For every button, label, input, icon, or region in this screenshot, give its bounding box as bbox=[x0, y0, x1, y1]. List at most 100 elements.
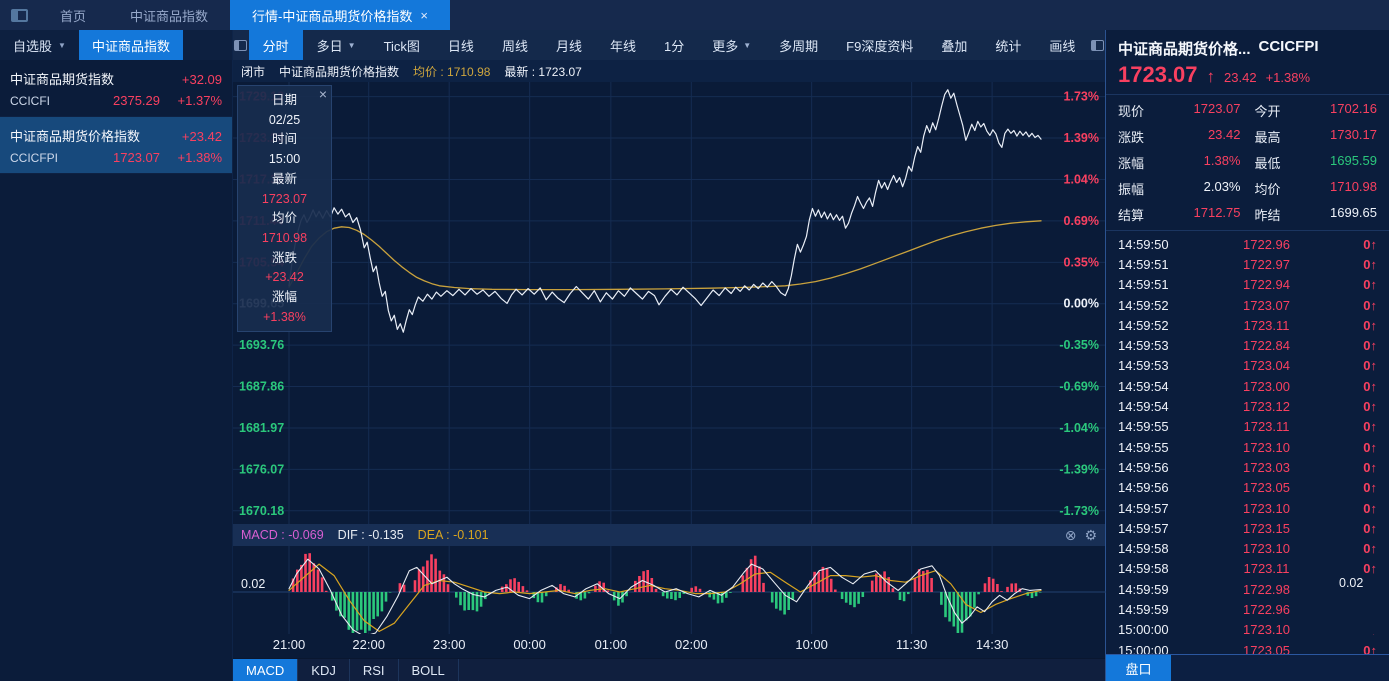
macd-header-value: DEA : -0.101 bbox=[417, 528, 489, 542]
table-row[interactable]: 14:59:54 1723.12 0↑ bbox=[1118, 396, 1377, 416]
window-tabbar: 首页 中证商品指数 行情-中证商品期货价格指数 × bbox=[0, 0, 1389, 30]
time-tick-label: 21:00 bbox=[272, 637, 306, 652]
toolbar-item-多周期[interactable]: 多周期 bbox=[765, 30, 832, 60]
watchlist-item[interactable]: 中证商品期货价格指数 +23.42 CCICFPI 1723.07 +1.38% bbox=[0, 117, 232, 174]
main-chart[interactable]: 1729.121.73%1723.231.39%1717.331.04%1711… bbox=[233, 82, 1105, 524]
indicator-close-icon[interactable]: ⊗ bbox=[1065, 527, 1077, 544]
toolbar-item-统计[interactable]: 统计 bbox=[981, 30, 1035, 60]
tick-volume: 0↑ bbox=[1343, 257, 1377, 272]
toolbar-item-Tick图[interactable]: Tick图 bbox=[370, 30, 434, 60]
up-arrow-icon: ↑ bbox=[1370, 439, 1378, 455]
panel-toggle-icon[interactable] bbox=[233, 30, 249, 60]
table-row[interactable]: 14:59:51 1722.94 0↑ bbox=[1118, 275, 1377, 295]
panel-toggle-right-icon[interactable] bbox=[1089, 30, 1105, 60]
toolbar-item-更多[interactable]: 更多 ▼ bbox=[698, 30, 765, 60]
order-book-tab[interactable]: 盘口 bbox=[1106, 655, 1171, 681]
tick-price: 1723.15 bbox=[1243, 520, 1290, 536]
instrument-name: 中证商品期货价格指数 bbox=[279, 64, 400, 79]
tick-time: 14:59:59 bbox=[1118, 601, 1169, 617]
tick-volume-value: 0 bbox=[1363, 480, 1371, 496]
time-tick-label: 14:30 bbox=[975, 637, 1009, 652]
toolbar-item-叠加[interactable]: 叠加 bbox=[927, 30, 981, 60]
toolbar-item-周线[interactable]: 周线 bbox=[488, 30, 542, 60]
indicator-tab-KDJ[interactable]: KDJ bbox=[298, 659, 350, 681]
tick-time: 14:59:54 bbox=[1118, 378, 1169, 394]
stat-value: 1699.65 bbox=[1330, 205, 1377, 220]
table-row[interactable]: 14:59:52 1723.11 0↑ bbox=[1118, 315, 1377, 335]
tick-volume: 0↑ bbox=[1343, 277, 1377, 292]
tick-price: 1722.98 bbox=[1243, 581, 1290, 597]
table-row[interactable]: 14:59:51 1722.97 0↑ bbox=[1118, 254, 1377, 274]
svg-text:1.39%: 1.39% bbox=[1064, 131, 1099, 145]
toolbar-item-年线[interactable]: 年线 bbox=[596, 30, 650, 60]
chevron-down-icon: ▼ bbox=[58, 40, 66, 50]
svg-text:-1.73%: -1.73% bbox=[1059, 504, 1099, 518]
tick-volume-value: 0 bbox=[1363, 277, 1371, 293]
tick-price: 1723.11 bbox=[1243, 561, 1290, 577]
tab-中证商品指数[interactable]: 中证商品指数 bbox=[108, 0, 230, 30]
table-row[interactable]: 14:59:55 1723.11 0↑ bbox=[1118, 417, 1377, 437]
table-row[interactable]: 14:59:52 1723.07 0↑ bbox=[1118, 295, 1377, 315]
tick-volume-value: 0 bbox=[1363, 561, 1371, 577]
indicator-tab-RSI[interactable]: RSI bbox=[350, 659, 399, 681]
table-row[interactable]: 14:59:56 1723.05 0↑ bbox=[1118, 478, 1377, 498]
tick-price: 1723.12 bbox=[1243, 399, 1290, 415]
tab-label: 中证商品指数 bbox=[130, 8, 209, 24]
watchlist-tab-中证商品指数[interactable]: 中证商品指数 bbox=[78, 30, 183, 60]
tick-volume-value: 0 bbox=[1363, 236, 1371, 252]
up-arrow-icon: ↑ bbox=[1370, 520, 1378, 536]
table-row[interactable]: 14:59:57 1723.10 0↑ bbox=[1118, 498, 1377, 518]
table-row[interactable]: 14:59:50 1722.96 0↑ bbox=[1118, 234, 1377, 254]
tick-volume-value: 0 bbox=[1363, 358, 1371, 374]
tab-行情-中证商品期货价格指数[interactable]: 行情-中证商品期货价格指数 × bbox=[230, 0, 450, 30]
tooltip-close-icon[interactable]: × bbox=[319, 87, 327, 101]
up-arrow-icon: ↑ bbox=[1370, 297, 1378, 313]
app-logo-icon[interactable] bbox=[0, 0, 38, 30]
stat-label: 结算 bbox=[1118, 208, 1145, 223]
chart-panel: 分时 多日 ▼ Tick图 日线 周线 月线 年线 1分 更多 ▼ 多周期 F9深度资料 叠加 统计 画线 闭… bbox=[233, 30, 1389, 681]
toolbar-item-F9深度资料[interactable]: F9深度资料 bbox=[832, 30, 927, 60]
table-row[interactable]: 14:59:57 1723.15 0↑ bbox=[1118, 518, 1377, 538]
market-state: 闭市 bbox=[241, 64, 266, 79]
macd-pane[interactable]: 0.02 0.02 bbox=[233, 546, 1389, 634]
macd-chart-svg bbox=[233, 546, 1106, 634]
tick-volume: 0↑ bbox=[1343, 561, 1377, 576]
toolbar-item-画线[interactable]: 画线 bbox=[1035, 30, 1089, 60]
table-row[interactable]: 14:59:53 1722.84 0↑ bbox=[1118, 335, 1377, 355]
quote-title: 中证商品期货价格... bbox=[1118, 41, 1251, 58]
table-row[interactable]: 14:59:58 1723.10 0↑ bbox=[1118, 538, 1377, 558]
instrument-code: CCICFPI bbox=[10, 151, 58, 165]
table-row[interactable]: 14:59:56 1723.03 0↑ bbox=[1118, 457, 1377, 477]
tick-price: 1722.97 bbox=[1243, 256, 1290, 272]
toolbar-item-月线[interactable]: 月线 bbox=[542, 30, 596, 60]
toolbar-item-label: 多日 bbox=[316, 38, 343, 54]
instrument-change: +32.09 bbox=[181, 72, 222, 87]
tick-volume: 0↑ bbox=[1343, 419, 1377, 434]
tooltip-label: 涨幅 bbox=[271, 290, 297, 305]
tab-首页[interactable]: 首页 bbox=[38, 0, 108, 30]
indicator-settings-icon[interactable]: ⚙ bbox=[1084, 527, 1097, 544]
watchlist-item[interactable]: 中证商品期货指数 +32.09 CCICFI 2375.29 +1.37% bbox=[0, 60, 232, 117]
stat-value: 1695.59 bbox=[1330, 153, 1377, 168]
toolbar-item-日线[interactable]: 日线 bbox=[434, 30, 488, 60]
macd-left-value: 0.02 bbox=[241, 577, 266, 591]
table-row[interactable]: 15:00:00 1723.05 0↑ bbox=[1118, 640, 1377, 654]
tick-volume: 0↑ bbox=[1343, 480, 1377, 495]
macd-header-icons: ⊗ ⚙ bbox=[1065, 524, 1097, 546]
toolbar-item-多日[interactable]: 多日 ▼ bbox=[303, 30, 370, 60]
tick-time: 14:59:58 bbox=[1118, 541, 1169, 557]
tooltip-label: 日期 bbox=[271, 93, 297, 107]
stat-label: 振幅 bbox=[1118, 182, 1145, 197]
toolbar-item-分时[interactable]: 分时 bbox=[248, 30, 303, 60]
indicator-tab-BOLL[interactable]: BOLL bbox=[399, 659, 459, 681]
tab-close-icon[interactable]: × bbox=[420, 8, 428, 23]
indicator-tab-MACD[interactable]: MACD bbox=[233, 659, 299, 681]
table-row[interactable]: 14:59:55 1723.10 0↑ bbox=[1118, 437, 1377, 457]
watchlist-tab-自选股[interactable]: 自选股 ▼ bbox=[0, 30, 79, 60]
toolbar-item-1分[interactable]: 1分 bbox=[650, 30, 698, 60]
table-row[interactable]: 14:59:54 1723.00 0↑ bbox=[1118, 376, 1377, 396]
table-row[interactable]: 14:59:53 1723.04 0↑ bbox=[1118, 356, 1377, 376]
stat-value: 1710.98 bbox=[1330, 179, 1377, 194]
tab-label: 行情-中证商品期货价格指数 bbox=[252, 8, 413, 24]
stat-value: 1712.75 bbox=[1193, 205, 1241, 220]
